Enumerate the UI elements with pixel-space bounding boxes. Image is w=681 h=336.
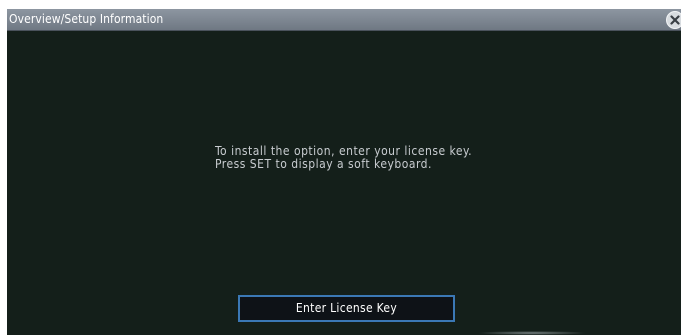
- dialog-title-bar: Overview/Setup Information: [7, 9, 681, 31]
- close-icon: [670, 15, 680, 25]
- instruction-line-2: Press SET to display a soft keyboard.: [215, 157, 432, 171]
- enter-license-key-button[interactable]: Enter License Key: [238, 295, 455, 322]
- close-button[interactable]: [666, 11, 681, 29]
- decorative-glint: [477, 331, 587, 335]
- dialog-title: Overview/Setup Information: [9, 12, 164, 26]
- instruction-message: To install the option, enter your licens…: [215, 145, 472, 171]
- setup-info-dialog: Overview/Setup Information To install th…: [7, 9, 681, 335]
